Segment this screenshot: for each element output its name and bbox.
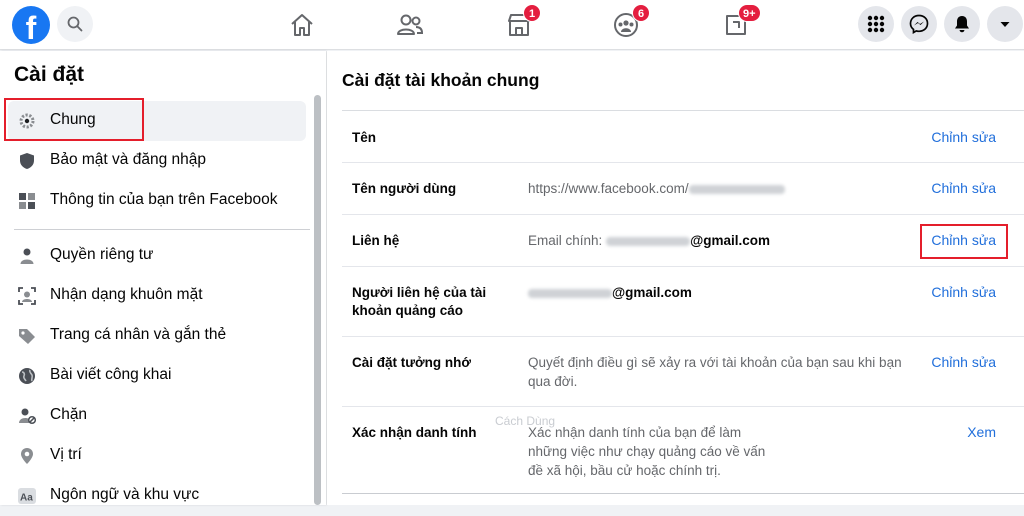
sidebar-item-public-posts[interactable]: Bài viết công khai <box>8 356 306 396</box>
blurred-username <box>688 184 785 194</box>
general-account-settings: Cài đặt tài khoản chung Tên Chỉnh sửa Tê… <box>327 51 1024 505</box>
nav-home[interactable] <box>286 9 318 41</box>
groups-badge: 6 <box>632 4 650 22</box>
bell-icon <box>955 16 969 33</box>
facebook-logo[interactable]: f <box>12 6 50 44</box>
setting-label: Tên <box>352 130 377 145</box>
nav-groups[interactable]: 6 <box>612 4 650 41</box>
sidebar-item-label: Nhận dạng khuôn mặt <box>50 286 203 303</box>
setting-row-name: Tên Chỉnh sửa <box>342 111 1024 163</box>
nav-gaming[interactable]: 9+ <box>722 4 761 41</box>
sidebar-item-label: Quyền riêng tư <box>50 246 154 263</box>
face-recognition-icon <box>18 287 36 305</box>
watermark: Cách Dùng <box>495 414 556 428</box>
setting-row-identity-confirmation: Xác nhận danh tính Xác nhận danh tính củ… <box>342 407 1024 494</box>
sidebar-item-face-recognition[interactable]: Nhận dạng khuôn mặt <box>8 276 306 316</box>
sidebar-item-label: Trang cá nhân và gắn thẻ <box>50 326 227 343</box>
sidebar-divider <box>14 229 310 230</box>
shield-icon <box>20 153 34 169</box>
username-value: https://www.facebook.com/ <box>528 179 785 198</box>
sidebar-item-label: Vị trí <box>50 446 82 463</box>
sidebar-title: Cài đặt <box>14 63 85 86</box>
account-button[interactable] <box>987 6 1023 42</box>
nav-marketplace[interactable]: 1 <box>505 4 541 41</box>
setting-label: Tên người dùng <box>352 181 457 196</box>
email-prefix: Email chính: <box>528 233 603 248</box>
lock-person-icon <box>20 248 34 264</box>
edit-memorialization-link[interactable]: Chỉnh sửa <box>931 354 996 370</box>
setting-row-username: Tên người dùng https://www.facebook.com/… <box>342 163 1024 215</box>
highlight-box-general <box>4 98 144 141</box>
memorialization-description: Quyết định điều gì sẽ xảy ra với tài kho… <box>528 355 902 389</box>
sidebar-item-profile-tagging[interactable]: Trang cá nhân và gắn thẻ <box>8 316 306 356</box>
sidebar-scrollbar[interactable] <box>314 95 321 505</box>
setting-label: Cài đặt tưởng nhớ <box>352 355 471 370</box>
sidebar-item-location[interactable]: Vị trí <box>8 436 306 476</box>
sidebar-item-blocking[interactable]: Chặn <box>8 396 306 436</box>
edit-name-link[interactable]: Chỉnh sửa <box>931 129 996 145</box>
menu-button[interactable] <box>858 6 894 42</box>
gaming-badge: 9+ <box>738 4 761 22</box>
sidebar-item-label: Bảo mật và đăng nhập <box>50 151 206 168</box>
notifications-button[interactable] <box>944 6 980 42</box>
edit-ad-contact-link[interactable]: Chỉnh sửa <box>931 284 996 300</box>
marketplace-badge: 1 <box>523 4 541 22</box>
highlight-box-edit-contact <box>920 224 1008 259</box>
sidebar-item-security[interactable]: Bảo mật và đăng nhập <box>8 141 306 181</box>
setting-label: Người liên hệ của tài khoản quảng cáo <box>352 285 487 318</box>
friends-icon <box>397 14 424 35</box>
row-divider <box>342 493 1024 494</box>
blurred-email-user <box>606 236 691 246</box>
ad-contact-value: @gmail.com <box>528 283 692 302</box>
sidebar-item-privacy[interactable]: Quyền riêng tư <box>8 236 306 276</box>
edit-username-link[interactable]: Chỉnh sửa <box>931 180 996 196</box>
sidebar-item-your-information[interactable]: Thông tin của bạn trên Facebook <box>8 181 306 221</box>
page-title: Cài đặt tài khoản chung <box>342 70 540 90</box>
identity-description: Xác nhận danh tính của bạn để làm những … <box>528 425 766 478</box>
blurred-email-user <box>528 288 612 298</box>
tag-icon <box>19 329 35 344</box>
sidebar-item-label: Thông tin của bạn trên Facebook <box>50 191 278 208</box>
email-domain: @gmail.com <box>690 233 770 248</box>
setting-label: Xác nhận danh tính <box>352 425 477 440</box>
sidebar-item-language-region[interactable]: Aa Ngôn ngữ và khu vực <box>8 476 306 516</box>
setting-label: Liên hệ <box>352 233 400 248</box>
location-pin-icon <box>21 448 33 464</box>
sidebar-item-label: Bài viết công khai <box>50 366 172 383</box>
view-identity-link[interactable]: Xem <box>967 424 996 440</box>
home-icon <box>291 14 313 36</box>
email-domain: @gmail.com <box>612 285 692 300</box>
language-icon: Aa <box>18 488 36 504</box>
svg-text:Aa: Aa <box>20 493 33 504</box>
settings-sidebar: Cài đặt Chung Bảo mật và đăng nhập Thông… <box>0 51 326 505</box>
nav-friends[interactable] <box>395 9 427 41</box>
globe-icon <box>19 368 35 384</box>
username-url: https://www.facebook.com/ <box>528 181 689 196</box>
sidebar-item-label: Ngôn ngữ và khu vực <box>50 486 200 503</box>
contact-value: Email chính: @gmail.com <box>528 231 770 250</box>
messenger-icon <box>909 14 929 34</box>
search-icon <box>67 16 83 32</box>
search-button[interactable] <box>57 6 93 42</box>
block-user-icon <box>19 408 36 425</box>
messenger-button[interactable] <box>901 6 937 42</box>
sidebar-item-label: Chặn <box>50 406 88 423</box>
setting-row-ad-account-contact: Người liên hệ của tài khoản quảng cáo @g… <box>342 267 1024 337</box>
setting-row-memorialization: Cài đặt tưởng nhớ Quyết định điều gì sẽ … <box>342 337 1024 407</box>
caret-down-icon <box>1000 22 1010 27</box>
grid-menu-icon <box>867 15 885 33</box>
facebook-info-icon <box>19 193 35 209</box>
top-navigation-bar: f 1 6 9+ <box>0 0 1024 50</box>
